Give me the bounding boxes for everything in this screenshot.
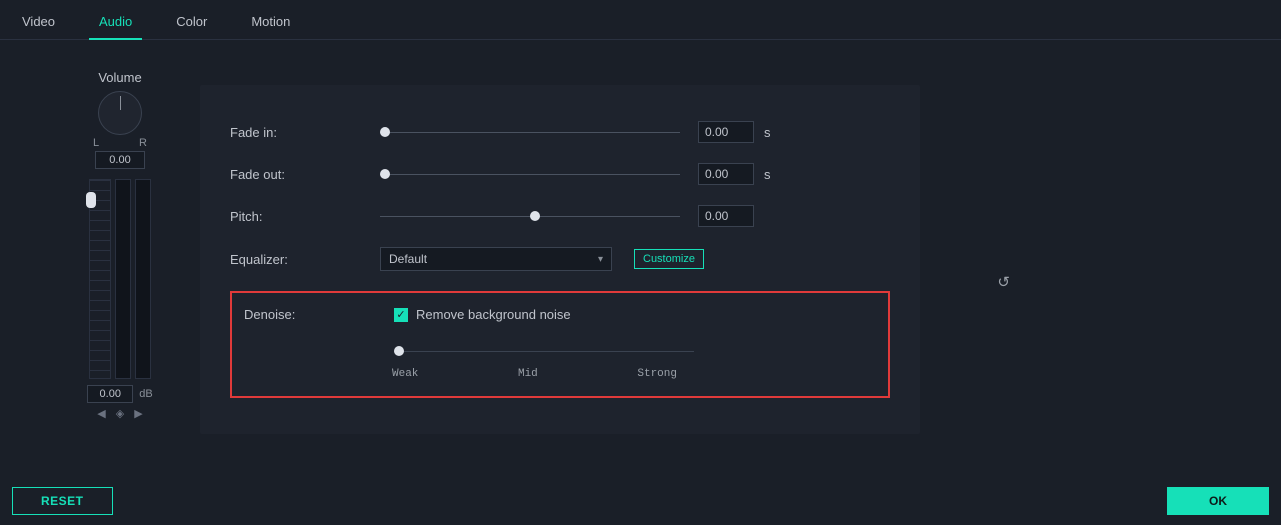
denoise-scale-weak: Weak [392, 368, 418, 380]
denoise-scale-mid: Mid [518, 368, 538, 380]
fade-out-unit: s [764, 167, 771, 182]
pitch-slider[interactable] [380, 209, 680, 223]
volume-label: Volume [60, 70, 180, 85]
fader-handle[interactable] [86, 192, 96, 208]
meter-left [115, 179, 131, 379]
pan-right-label: R [139, 137, 147, 149]
fade-out-value[interactable]: 0.00 [698, 163, 754, 185]
denoise-checkbox-label: Remove background noise [416, 307, 571, 322]
pan-left-label: L [93, 137, 99, 149]
denoise-label: Denoise: [244, 307, 394, 322]
denoise-checkbox[interactable]: ✓ [394, 308, 408, 322]
pitch-value[interactable]: 0.00 [698, 205, 754, 227]
reset-icon[interactable]: ↺ [997, 273, 1010, 291]
fade-in-value[interactable]: 0.00 [698, 121, 754, 143]
volume-fader[interactable] [89, 179, 111, 379]
pan-value[interactable]: 0.00 [95, 151, 145, 169]
ok-button[interactable]: OK [1167, 487, 1269, 515]
db-unit: dB [139, 388, 152, 400]
pitch-label: Pitch: [230, 209, 380, 224]
volume-knob[interactable] [98, 91, 142, 135]
equalizer-label: Equalizer: [230, 252, 380, 267]
denoise-section: Denoise: ✓ Remove background noise Weak … [230, 291, 890, 398]
fade-in-label: Fade in: [230, 125, 380, 140]
tab-bar: Video Audio Color Motion [0, 0, 1281, 40]
equalizer-select[interactable]: Default ▾ [380, 247, 612, 271]
tab-color[interactable]: Color [154, 8, 229, 39]
fade-out-label: Fade out: [230, 167, 380, 182]
tab-motion[interactable]: Motion [229, 8, 312, 39]
db-value[interactable]: 0.00 [87, 385, 133, 403]
chevron-down-icon: ▾ [598, 254, 603, 265]
denoise-scale-strong: Strong [637, 368, 677, 380]
stop-icon[interactable]: ◈ [116, 407, 124, 420]
equalizer-selected: Default [389, 252, 427, 266]
level-meters [60, 179, 180, 379]
volume-panel: Volume L R 0.00 0.00 dB ◀ ◈ ▶ [60, 70, 180, 420]
tab-audio[interactable]: Audio [77, 8, 154, 39]
next-icon[interactable]: ▶ [134, 407, 142, 420]
reset-button[interactable]: RESET [12, 487, 113, 515]
audio-settings-panel: Fade in: 0.00 s Fade out: 0.00 s Pitch: [200, 85, 920, 434]
denoise-slider[interactable] [394, 344, 634, 358]
fade-in-slider[interactable] [380, 125, 680, 139]
fade-in-unit: s [764, 125, 771, 140]
customize-button[interactable]: Customize [634, 249, 704, 269]
tab-video[interactable]: Video [0, 8, 77, 39]
prev-icon[interactable]: ◀ [97, 407, 105, 420]
meter-right [135, 179, 151, 379]
fade-out-slider[interactable] [380, 167, 680, 181]
